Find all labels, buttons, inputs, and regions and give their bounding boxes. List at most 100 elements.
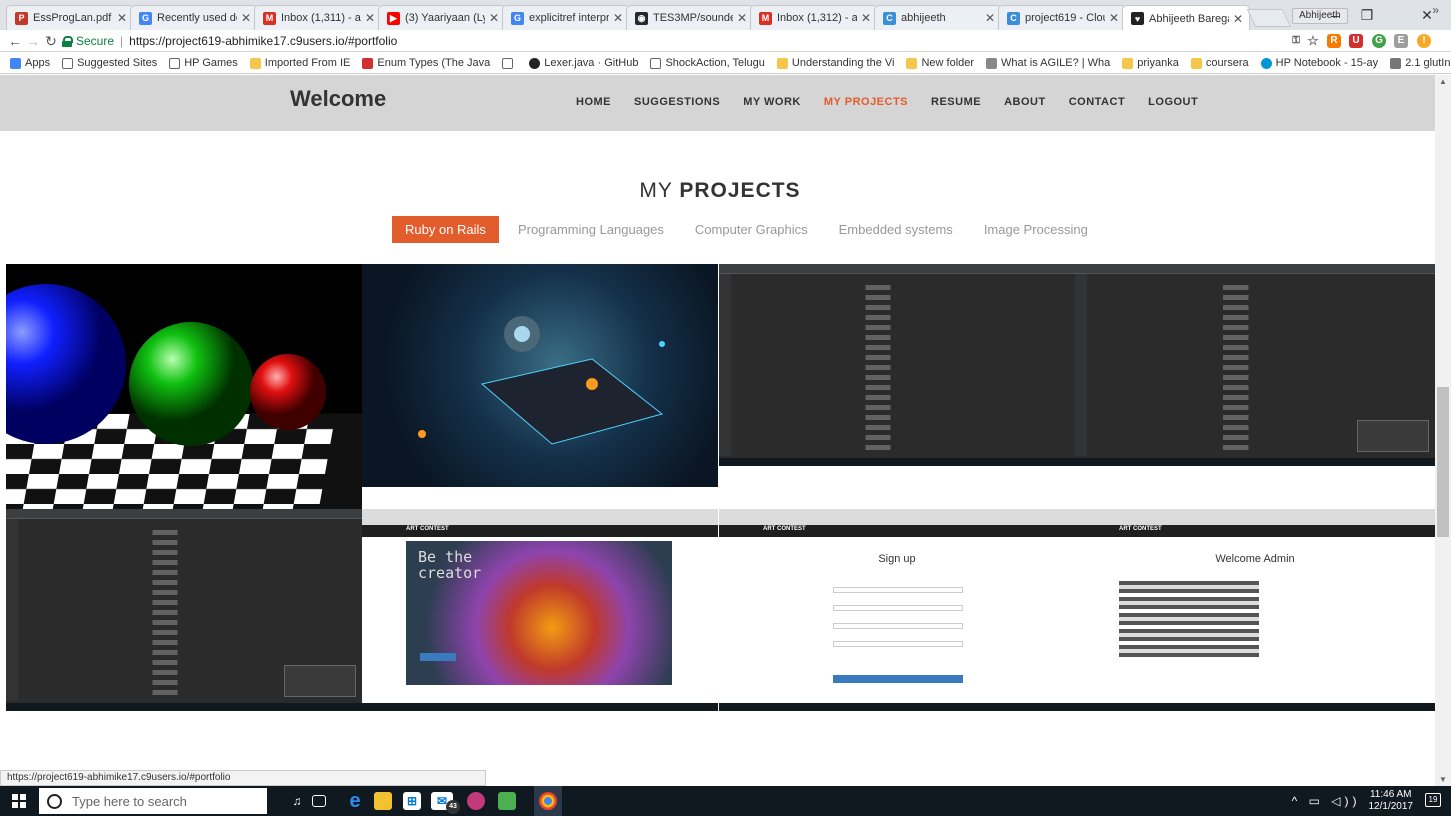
art-contest-signup-thumbnail[interactable]: ART CONTEST Sign up (719, 509, 1075, 711)
browser-toolbar: ← → ↻ Secure | https://project619-abhimi… (0, 30, 1451, 52)
browser-tab[interactable]: ▶ (3) Yaariyaan (Lyrica ✕ (378, 5, 506, 30)
bookmark-item[interactable]: Enum Types (The Java (362, 57, 490, 69)
scroll-up-arrow-icon[interactable]: ▲ (1439, 77, 1447, 86)
media-app-icon[interactable] (467, 792, 485, 810)
close-tab-icon[interactable]: ✕ (241, 11, 251, 25)
embedded-circuit-thumbnail[interactable] (362, 264, 718, 487)
tray-icons[interactable]: ^ ▭ ◁)) (1292, 794, 1361, 808)
taskbar-clock[interactable]: 11:46 AM 12/1/2017 (1369, 789, 1414, 813)
action-center-icon[interactable]: 19 (1425, 793, 1441, 807)
url-text[interactable]: https://project619-abhimike17.c9users.io… (129, 34, 397, 48)
browser-tab-strip: P EssProgLan.pdf ✕ G Recently used devic ✕ M In… (0, 0, 1451, 31)
lion-artwork: Be the creator (406, 541, 672, 685)
browser-tab[interactable]: M Inbox (1,312) - abhi ✕ (750, 5, 878, 30)
nav-home[interactable]: HOME (576, 96, 611, 108)
filter-image-processing[interactable]: Image Processing (984, 222, 1088, 237)
close-tab-icon[interactable]: ✕ (365, 11, 375, 25)
nav-my-work[interactable]: MY WORK (743, 96, 801, 108)
key-icon[interactable]: ⚿ (1289, 34, 1303, 48)
bookmark-item[interactable]: Understanding the Vi (776, 57, 894, 69)
filter-embedded-systems[interactable]: Embedded systems (839, 222, 953, 237)
browser-tab[interactable]: P EssProgLan.pdf ✕ (6, 5, 134, 30)
tab-title: (3) Yaariyaan (Lyrica (405, 12, 485, 24)
browser-tab[interactable]: Gexplicitref interpreti ✕ (502, 5, 630, 30)
new-tab-button[interactable] (1246, 9, 1292, 27)
nav-my-projects[interactable]: MY PROJECTS (824, 96, 908, 108)
page-scrollbar[interactable]: ▲ ▼ (1435, 75, 1451, 786)
microphone-icon[interactable]: ♫ (288, 792, 306, 810)
taskbar-search-box[interactable]: Type here to search (39, 788, 267, 814)
bookmark-item[interactable]: Lexer.java · GitHub (529, 57, 638, 69)
ublock-icon[interactable]: U (1349, 34, 1363, 48)
ide-screenshot-thumbnail[interactable] (719, 264, 1075, 466)
store-icon[interactable]: ⊞ (403, 792, 421, 810)
mini-browser-bar (1075, 509, 1435, 525)
close-tab-icon[interactable]: ✕ (1233, 12, 1243, 26)
raytracing-spheres-thumbnail[interactable] (6, 264, 362, 513)
browser-tab[interactable]: G Recently used devic ✕ (130, 5, 258, 30)
address-bar[interactable]: Secure | https://project619-abhimike17.c… (62, 32, 1282, 50)
bookmarks-overflow-icon[interactable]: » (1432, 3, 1439, 17)
nav-resume[interactable]: RESUME (931, 96, 981, 108)
bookmark-star-icon[interactable]: ☆ (1306, 34, 1320, 48)
github-icon: ◉ (635, 11, 648, 25)
nav-logout[interactable]: LOGOUT (1148, 96, 1198, 108)
scroll-down-arrow-icon[interactable]: ▼ (1439, 775, 1447, 784)
file-explorer-icon[interactable] (374, 792, 392, 810)
chrome-icon[interactable] (539, 792, 557, 810)
browser-tab[interactable]: Cproject619 - Cloud ✕ (998, 5, 1126, 30)
maximize-button[interactable]: ❐ (1352, 4, 1382, 26)
close-tab-icon[interactable]: ✕ (489, 11, 499, 25)
nav-contact[interactable]: CONTACT (1069, 96, 1125, 108)
site-logo[interactable]: Welcome (290, 86, 386, 112)
browser-tab[interactable]: Cabhijeeth ✕ (874, 5, 1002, 30)
ide-screenshot-thumbnail[interactable] (1075, 264, 1435, 466)
mini-taskbar (719, 458, 1075, 466)
bookmark-item[interactable]: Suggested Sites (62, 57, 157, 69)
bookmark-item[interactable]: Imported From IE (249, 57, 350, 69)
ide-screenshot-thumbnail[interactable] (6, 509, 362, 711)
edge-browser-icon[interactable]: e (346, 791, 364, 811)
task-view-icon[interactable] (312, 795, 326, 807)
bookmark-item[interactable]: Apps (10, 57, 50, 69)
close-tab-icon[interactable]: ✕ (1109, 11, 1119, 25)
bookmark-item[interactable]: priyanka (1122, 57, 1179, 69)
notepad-icon[interactable] (498, 792, 516, 810)
bookmark-item[interactable]: ShockAction, Telugu (650, 57, 765, 69)
nav-suggestions[interactable]: SUGGESTIONS (634, 96, 720, 108)
close-tab-icon[interactable]: ✕ (737, 11, 747, 25)
scroll-thumb[interactable] (1437, 387, 1449, 537)
bookmark-item[interactable]: 2.1 glutInit (1390, 57, 1451, 69)
mini-taskbar (1075, 703, 1435, 711)
extension-icon[interactable]: R (1327, 34, 1341, 48)
filter-programming-languages[interactable]: Programming Languages (518, 222, 664, 237)
windows-start-icon[interactable] (12, 794, 26, 808)
close-tab-icon[interactable]: ✕ (613, 11, 623, 25)
bookmark-item[interactable]: New folder (906, 57, 974, 69)
grammarly-icon[interactable]: G (1372, 34, 1386, 48)
browser-tab[interactable]: ♥ Abhijeeth Baregal ✕ (1122, 5, 1250, 31)
extension-icon[interactable]: E (1394, 34, 1408, 48)
art-contest-admin-thumbnail[interactable]: ART CONTEST Welcome Admin (1075, 509, 1435, 711)
filter-computer-graphics[interactable]: Computer Graphics (695, 222, 808, 237)
bookmark-label: Enum Types (The Java (377, 57, 491, 69)
alert-icon[interactable]: ! (1417, 34, 1431, 48)
forward-arrow-icon[interactable]: → (24, 32, 42, 50)
bookmark-item[interactable]: HP Notebook - 15-ay (1260, 57, 1378, 69)
close-tab-icon[interactable]: ✕ (117, 11, 127, 25)
bookmark-item[interactable]: HP Games (169, 57, 238, 69)
filter-ruby-on-rails[interactable]: Ruby on Rails (392, 216, 499, 243)
bookmark-item[interactable]: coursera (1190, 57, 1249, 69)
art-contest-home-thumbnail[interactable]: ART CONTEST Be the creator (362, 509, 718, 711)
browser-tab[interactable]: M Inbox (1,311) - abhi ✕ (254, 5, 382, 30)
bookmark-item[interactable] (502, 57, 517, 69)
browser-tab[interactable]: ◉ TES3MP/soundexte ✕ (626, 5, 754, 30)
back-arrow-icon[interactable]: ← (6, 32, 24, 50)
nav-about[interactable]: ABOUT (1004, 96, 1046, 108)
close-tab-icon[interactable]: ✕ (985, 11, 995, 25)
bookmark-item[interactable]: What is AGILE? | Wha (986, 57, 1110, 69)
art-contest-brand: ART CONTEST (763, 526, 806, 532)
reload-icon[interactable]: ↻ (42, 32, 60, 50)
close-tab-icon[interactable]: ✕ (861, 11, 871, 25)
minimize-button[interactable]: – (1320, 4, 1350, 26)
